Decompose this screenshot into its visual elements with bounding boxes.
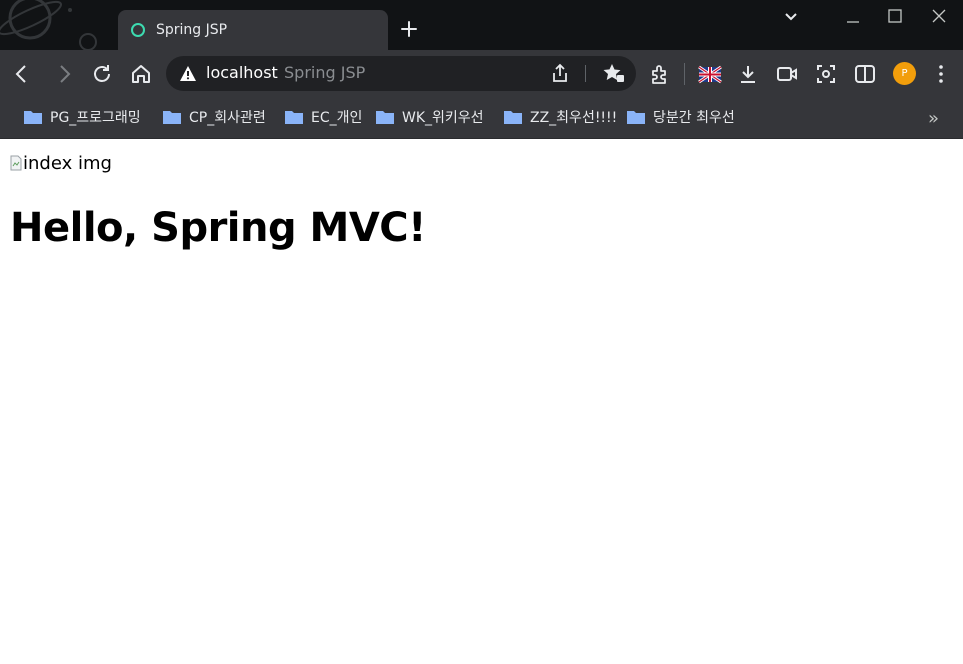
sidepanel-icon[interactable] [853, 62, 877, 86]
tab-title: Spring JSP [156, 22, 228, 38]
warning-icon[interactable] [179, 65, 197, 82]
menu-icon[interactable] [929, 62, 953, 86]
bookmark-folder-priority[interactable]: 당분간 최우선 [626, 106, 735, 128]
folder-icon [24, 111, 42, 124]
folder-icon [627, 111, 645, 124]
chevron-down-icon[interactable] [781, 6, 801, 26]
toolbar-separator [684, 63, 685, 85]
maximize-button[interactable] [885, 6, 905, 26]
bookmark-label: 당분간 최우선 [653, 110, 735, 126]
bookmark-label: WK_위키우선 [402, 110, 484, 126]
puzzle-icon[interactable] [648, 62, 672, 86]
bookmark-label: CP_회사관련 [189, 110, 266, 126]
bookmarks-bar: PG_프로그래밍 CP_회사관련 EC_개인 WK_위키우선 ZZ_최우선!!!… [0, 98, 963, 139]
folder-icon [504, 111, 522, 124]
forward-icon[interactable] [52, 62, 76, 86]
back-icon[interactable] [10, 62, 34, 86]
bookmark-label: PG_프로그래밍 [50, 110, 141, 126]
bookmark-star-icon[interactable] [603, 63, 625, 83]
flag-uk-icon[interactable] [698, 62, 722, 86]
address-bar[interactable]: localhost Spring JSP [166, 56, 636, 91]
bookmark-folder-zz[interactable]: ZZ_최우선!!!! [503, 106, 617, 128]
minimize-button[interactable] [843, 6, 863, 26]
browser-titlebar: Spring JSP [0, 0, 963, 50]
bookmark-label: ZZ_최우선!!!! [530, 110, 618, 126]
home-icon[interactable] [129, 62, 153, 86]
tab-spring-jsp[interactable]: Spring JSP [118, 10, 388, 50]
bookmark-folder-wk[interactable]: WK_위키우선 [375, 106, 484, 128]
omnibox-separator [585, 65, 586, 82]
new-tab-button[interactable] [397, 17, 421, 41]
broken-image-icon [10, 155, 22, 171]
download-icon[interactable] [736, 62, 760, 86]
bookmark-folder-ec[interactable]: EC_개인 [284, 106, 362, 128]
page-heading: Hello, Spring MVC! [10, 205, 426, 251]
url-page-title: Spring JSP [284, 63, 366, 82]
bookmark-folder-pg[interactable]: PG_프로그래밍 [23, 106, 141, 128]
folder-icon [163, 111, 181, 124]
close-button[interactable] [929, 6, 949, 26]
share-icon[interactable] [550, 63, 570, 83]
bookmark-folder-cp[interactable]: CP_회사관련 [162, 106, 266, 128]
page-content: index img Hello, Spring MVC! [0, 139, 963, 664]
video-icon[interactable] [775, 62, 799, 86]
folder-icon [376, 111, 394, 124]
image-alt-text: index img [23, 152, 112, 174]
screenshot-icon[interactable] [814, 62, 838, 86]
planet-decoration-icon [0, 0, 97, 50]
circle-icon [131, 23, 145, 37]
bookmark-label: EC_개인 [311, 110, 363, 126]
bookmarks-overflow-button[interactable]: » [928, 108, 939, 129]
url-host: localhost [206, 63, 278, 82]
folder-icon [285, 111, 303, 124]
index-image: index img [10, 152, 112, 174]
reload-icon[interactable] [90, 62, 114, 86]
profile-avatar[interactable]: P [893, 62, 916, 85]
